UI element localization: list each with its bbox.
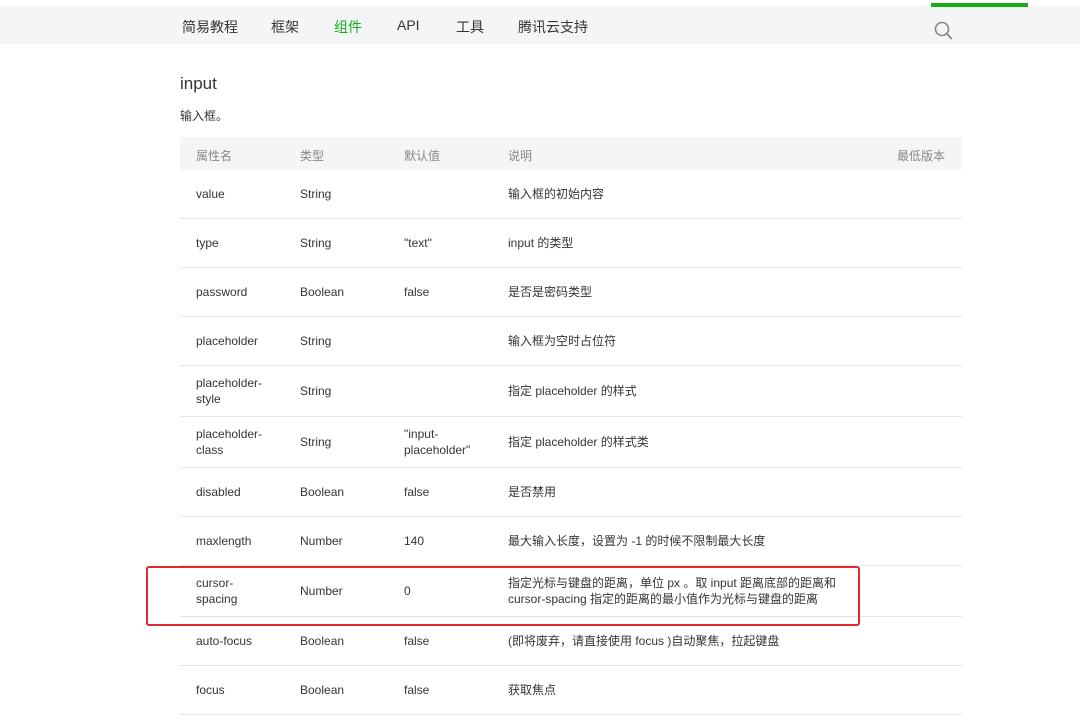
row-description: 输入框为空时占位符 [508, 334, 617, 348]
row-default: "input-placeholder" [404, 427, 471, 457]
row-default: false [404, 285, 430, 299]
row-name: focus [196, 683, 225, 697]
row-description: 指定 placeholder 的样式 [508, 384, 637, 398]
row-name: disabled [196, 485, 241, 499]
table-row: placeholder-class String "input-placehol… [180, 417, 962, 468]
table-row: maxlength Number 140 最大输入长度，设置为 -1 的时候不限… [180, 517, 962, 566]
header-default: 默认值 [404, 149, 441, 163]
table-row: password Boolean false 是否是密码类型 [180, 268, 962, 317]
highlight-box [146, 566, 860, 626]
top-nav-bar: 简易教程 框架 组件 API 工具 腾讯云支持 [0, 6, 1080, 44]
table-row: focus Boolean false 获取焦点 [180, 666, 962, 715]
page-description: 输入框。 [180, 109, 229, 123]
nav-item-tutorial[interactable]: 简易教程 [182, 17, 238, 37]
row-type: String [300, 435, 332, 449]
row-type: String [300, 236, 332, 250]
row-default: 140 [404, 534, 425, 548]
row-description: 输入框的初始内容 [508, 187, 605, 201]
row-description: 最大输入长度，设置为 -1 的时候不限制最大长度 [508, 534, 766, 548]
row-default: "text" [404, 236, 432, 250]
row-default [404, 170, 492, 218]
search-button[interactable] [933, 20, 955, 42]
nav-accent-bar [931, 3, 1028, 7]
row-default: false [404, 683, 430, 697]
row-type: Number [300, 534, 343, 548]
header-name: 属性名 [196, 149, 233, 163]
nav-item-api[interactable]: API [397, 17, 420, 33]
nav-item-tencent-cloud[interactable]: 腾讯云支持 [518, 17, 588, 37]
row-name: placeholder-class [196, 427, 263, 457]
nav-item-framework[interactable]: 框架 [271, 17, 299, 37]
row-default [404, 366, 492, 416]
table-row: type String "text" input 的类型 [180, 219, 962, 268]
header-type: 类型 [300, 149, 325, 163]
header-description: 说明 [508, 149, 533, 163]
nav-item-components[interactable]: 组件 [334, 17, 362, 37]
row-type: String [300, 384, 332, 398]
row-name: type [196, 236, 219, 250]
search-icon [934, 21, 953, 40]
row-type: Boolean [300, 683, 345, 697]
header-min-version: 最低版本 [896, 149, 945, 163]
row-default [404, 317, 492, 365]
page-title: input [180, 74, 217, 93]
row-description: 是否禁用 [508, 485, 557, 499]
row-type: String [300, 187, 332, 201]
row-description: input 的类型 [508, 236, 574, 250]
table-header: 属性名 类型 默认值 说明 最低版本 [180, 137, 962, 170]
table-row: placeholder-style String 指定 placeholder … [180, 366, 962, 417]
table-row: placeholder String 输入框为空时占位符 [180, 317, 962, 366]
nav-item-tools[interactable]: 工具 [456, 17, 484, 37]
row-type: Boolean [300, 285, 345, 299]
row-description: 获取焦点 [508, 683, 557, 697]
properties-table: 属性名 类型 默认值 说明 最低版本 value String 输入框的初始内容… [180, 137, 962, 715]
row-description: 指定 placeholder 的样式类 [508, 435, 649, 449]
row-description: 是否是密码类型 [508, 285, 593, 299]
row-type: String [300, 334, 332, 348]
table-row: disabled Boolean false 是否禁用 [180, 468, 962, 517]
table-row: value String 输入框的初始内容 [180, 170, 962, 219]
row-default: false [404, 485, 430, 499]
row-name: password [196, 285, 248, 299]
row-type: Boolean [300, 485, 345, 499]
row-name: placeholder-style [196, 376, 263, 406]
row-name: maxlength [196, 534, 252, 548]
row-name: placeholder [196, 334, 259, 348]
row-name: value [196, 187, 225, 201]
